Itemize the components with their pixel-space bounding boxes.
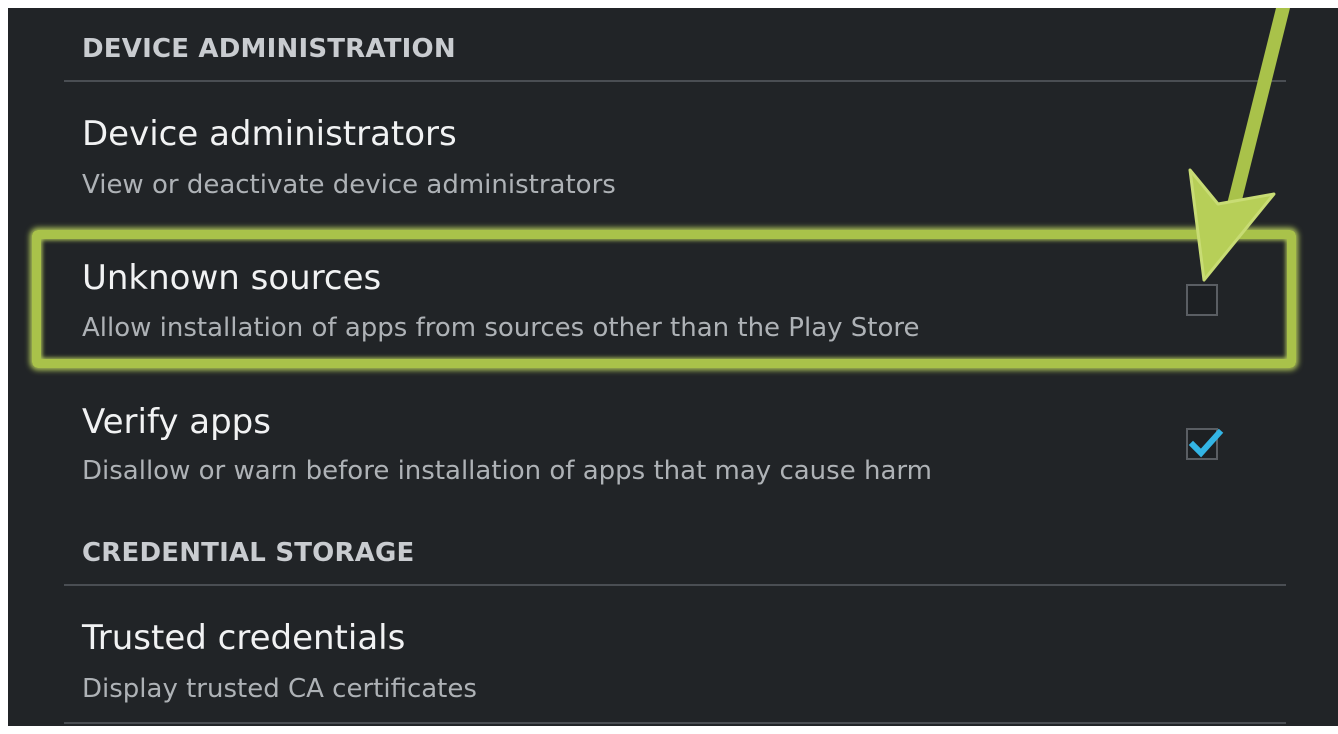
pref-row-verify-apps[interactable] xyxy=(8,378,1338,518)
pref-title-verify-apps: Verify apps xyxy=(82,402,271,442)
divider xyxy=(64,584,1286,586)
unknown-sources-checkbox[interactable] xyxy=(1186,284,1218,316)
pref-summary-trusted-credentials: Display trusted CA certificates xyxy=(82,674,477,704)
section-header-device-administration: DEVICE ADMINISTRATION xyxy=(82,34,456,64)
verify-apps-checkbox[interactable] xyxy=(1186,428,1224,460)
pref-row-unknown-sources[interactable] xyxy=(8,234,1338,370)
pref-title-unknown-sources: Unknown sources xyxy=(82,258,382,298)
pref-title-trusted-credentials: Trusted credentials xyxy=(82,618,406,658)
pref-summary-verify-apps: Disallow or warn before installation of … xyxy=(82,456,932,486)
pref-summary-unknown-sources: Allow installation of apps from sources … xyxy=(82,313,920,343)
settings-screen: DEVICE ADMINISTRATION Device administrat… xyxy=(8,8,1338,726)
pref-summary-device-administrators: View or deactivate device administrators xyxy=(82,170,616,200)
divider xyxy=(64,80,1286,82)
checkmark-icon xyxy=(1188,428,1224,458)
divider xyxy=(64,722,1286,724)
pref-title-device-administrators: Device administrators xyxy=(82,114,457,154)
section-header-credential-storage: CREDENTIAL STORAGE xyxy=(82,538,415,568)
